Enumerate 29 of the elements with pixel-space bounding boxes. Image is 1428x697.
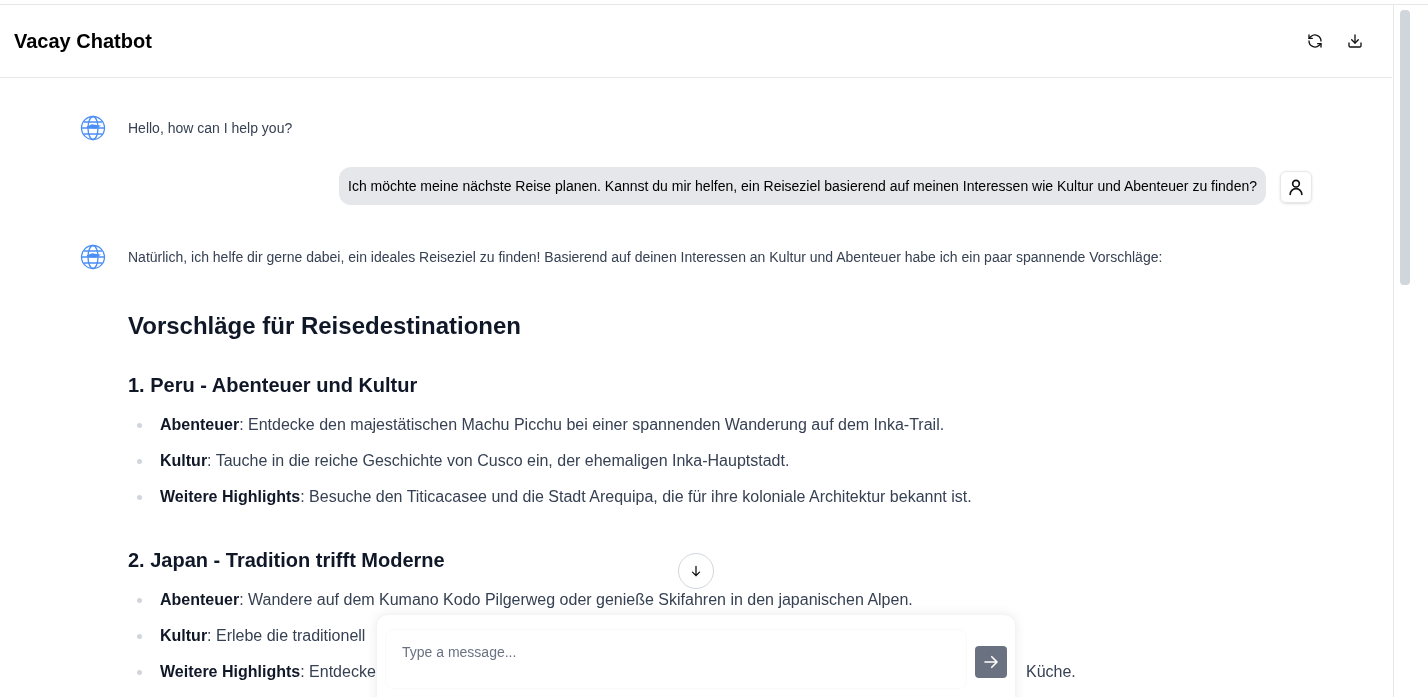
user-message: Ich möchte meine nächste Reise planen. Kannst du mir helfen, ein Reiseziel basierend auf meinen Interessen wie Kultur und Abenteuer zu finden? — [339, 167, 1266, 205]
bullet-icon — [137, 669, 142, 675]
bot-message: Hello, how can I help you? — [128, 119, 293, 138]
section-heading: 1. Peru - Abenteuer und Kultur — [128, 373, 418, 398]
answer-heading: Vorschläge für Reisedestinationen — [128, 311, 522, 341]
message-input[interactable]: Type a message... — [385, 629, 967, 689]
list-item-text: Kultur: Erlebe die traditionell — [160, 626, 366, 646]
list-item-text: Küche. — [1026, 662, 1076, 682]
list-item-text: Weitere Highlights: Entdecke — [160, 662, 376, 682]
section-heading: 2. Japan - Tradition trifft Moderne — [128, 548, 445, 573]
globe-icon — [80, 244, 106, 270]
send-button[interactable] — [975, 646, 1007, 678]
list-item-text: Abenteuer: Entdecke den majestätischen Machu Picchu bei einer spannenden Wanderung auf dem Inka-Trail. — [160, 415, 945, 435]
scrollbar-thumb[interactable] — [1400, 10, 1410, 285]
bot-message: Natürlich, ich helfe dir gerne dabei, ein ideales Reiseziel zu finden! Basierend auf deinen Interessen an Kultur und Abenteuer habe ich ein paar spannende Vorschläge: — [128, 248, 1163, 267]
bullet-icon — [137, 422, 142, 428]
bullet-icon — [137, 633, 142, 639]
arrow-down-icon — [689, 564, 703, 578]
list-item-text: Weitere Highlights: Besuche den Titicacasee und die Stadt Arequipa, die für ihre koloniale Architektur bekannt ist. — [160, 487, 972, 507]
bullet-icon — [137, 458, 142, 464]
globe-icon — [80, 115, 106, 141]
bullet-icon — [137, 597, 142, 603]
scroll-down-button[interactable] — [678, 553, 714, 589]
list-item-text: Kultur: Tauche in die reiche Geschichte von Cusco ein, der ehemaligen Inka-Hauptstadt. — [160, 451, 790, 471]
app-title: Vacay Chatbot — [14, 29, 152, 54]
bullet-icon — [137, 494, 142, 500]
arrow-right-icon — [982, 653, 1000, 671]
list-item-text: Abenteuer: Wandere auf dem Kumano Kodo Pilgerweg oder genieße Skifahren in den japanischen Alpen. — [160, 590, 913, 610]
user-avatar-icon — [1280, 171, 1312, 203]
